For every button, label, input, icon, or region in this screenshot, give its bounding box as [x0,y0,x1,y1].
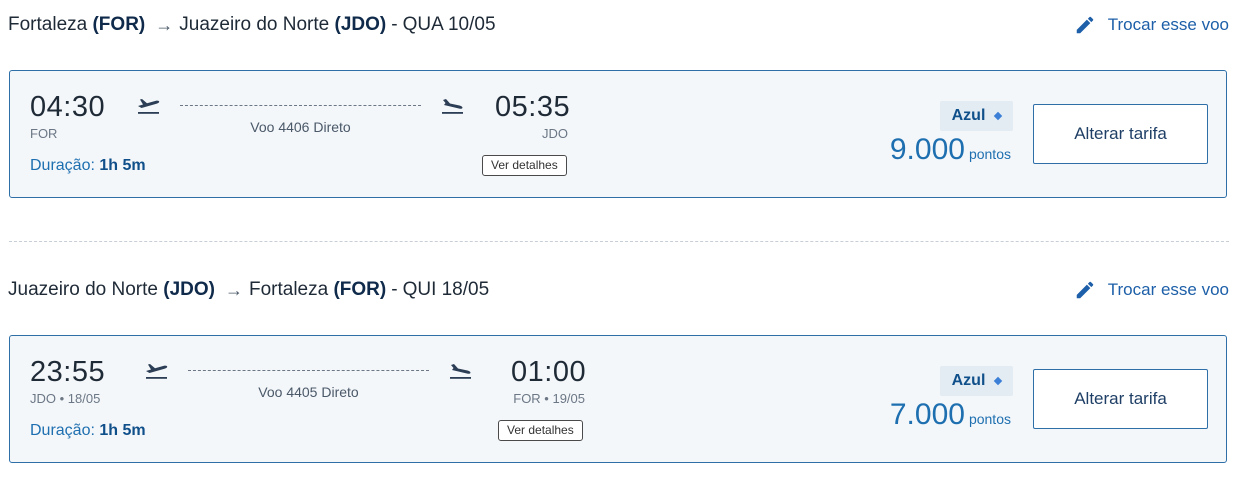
route-arrow: → [155,14,174,35]
price-amount: 9.000 [889,133,965,166]
view-details-button[interactable]: Ver detalhes [498,420,583,441]
duration: Duração: 1h 5m [30,422,146,440]
change-fare-button[interactable]: Alterar tarifa [1033,369,1208,429]
origin-code: (JDO) [163,279,215,300]
origin-code: (FOR) [92,14,146,35]
arrival-time: 05:35 [495,91,571,123]
segment-divider [9,241,1229,242]
pencil-icon [1076,16,1094,34]
dest-code: (FOR) [333,279,387,300]
origin-city: Juazeiro do Norte [8,279,158,300]
duration-label: Duração: [30,422,95,439]
departure-airport: JDO • 18/05 [30,391,101,406]
flight-card: 04:30 FOR Voo 4406 Direto 05:35 JDO Dura… [9,70,1227,198]
dest-city: Fortaleza [248,279,329,300]
arrival-airport: JDO [542,126,568,141]
flight-card: 23:55 JDO • 18/05 Voo 4405 Direto 01:00 … [9,335,1227,463]
plane-takeoff-icon [146,364,168,379]
change-flight-label: Trocar esse voo [1107,15,1229,34]
plane-landing-icon [442,99,463,114]
fare-name: Azul [951,372,986,389]
price-unit: pontos [968,411,1011,427]
duration-value: 1h 5m [99,157,146,174]
pencil-icon [1076,281,1094,299]
flight-date: QUA 10/05 [402,14,496,35]
departure-time: 23:55 [30,356,106,388]
segment-header: Juazeiro do Norte (JDO) → Fortaleza (FOR… [8,275,1229,305]
route-arrow: → [224,279,243,300]
segment-header: Fortaleza (FOR) → Juazeiro do Norte (JDO… [8,10,1229,40]
route-line [188,370,429,371]
change-flight-label: Trocar esse voo [1107,280,1229,299]
fare-name: Azul [951,107,986,124]
route-separator: - [391,279,398,300]
route-title: Fortaleza (FOR) → Juazeiro do Norte (JDO… [8,14,496,36]
change-flight-link[interactable]: Trocar esse voo [1074,279,1229,301]
flight-number: Voo 4405 Direto [258,384,359,400]
duration-label: Duração: [30,157,95,174]
flight-date: QUI 18/05 [402,279,490,300]
change-fare-button[interactable]: Alterar tarifa [1033,104,1208,164]
flight-number: Voo 4406 Direto [250,119,351,135]
price-amount: 7.000 [889,398,965,431]
price-unit: pontos [968,146,1011,162]
origin-city: Fortaleza [8,14,88,35]
diamond-icon [994,111,1003,121]
departure-time: 04:30 [30,91,106,123]
plane-landing-icon [450,364,471,379]
view-details-button[interactable]: Ver detalhes [482,155,567,176]
duration: Duração: 1h 5m [30,157,146,175]
route-separator: - [391,14,398,35]
route-line [180,105,421,106]
arrival-time: 01:00 [511,356,587,388]
price: 9.000 pontos [890,133,1011,167]
arrival-airport: FOR • 19/05 [513,391,585,406]
dest-code: (JDO) [334,14,387,35]
departure-airport: FOR [30,126,58,141]
change-flight-link[interactable]: Trocar esse voo [1074,14,1229,36]
fare-badge: Azul [940,366,1013,396]
diamond-icon [994,376,1003,386]
price: 7.000 pontos [890,398,1011,432]
route-title: Juazeiro do Norte (JDO) → Fortaleza (FOR… [8,279,489,301]
plane-takeoff-icon [138,99,160,114]
fare-badge: Azul [940,101,1013,131]
dest-city: Juazeiro do Norte [179,14,330,35]
duration-value: 1h 5m [99,422,146,439]
